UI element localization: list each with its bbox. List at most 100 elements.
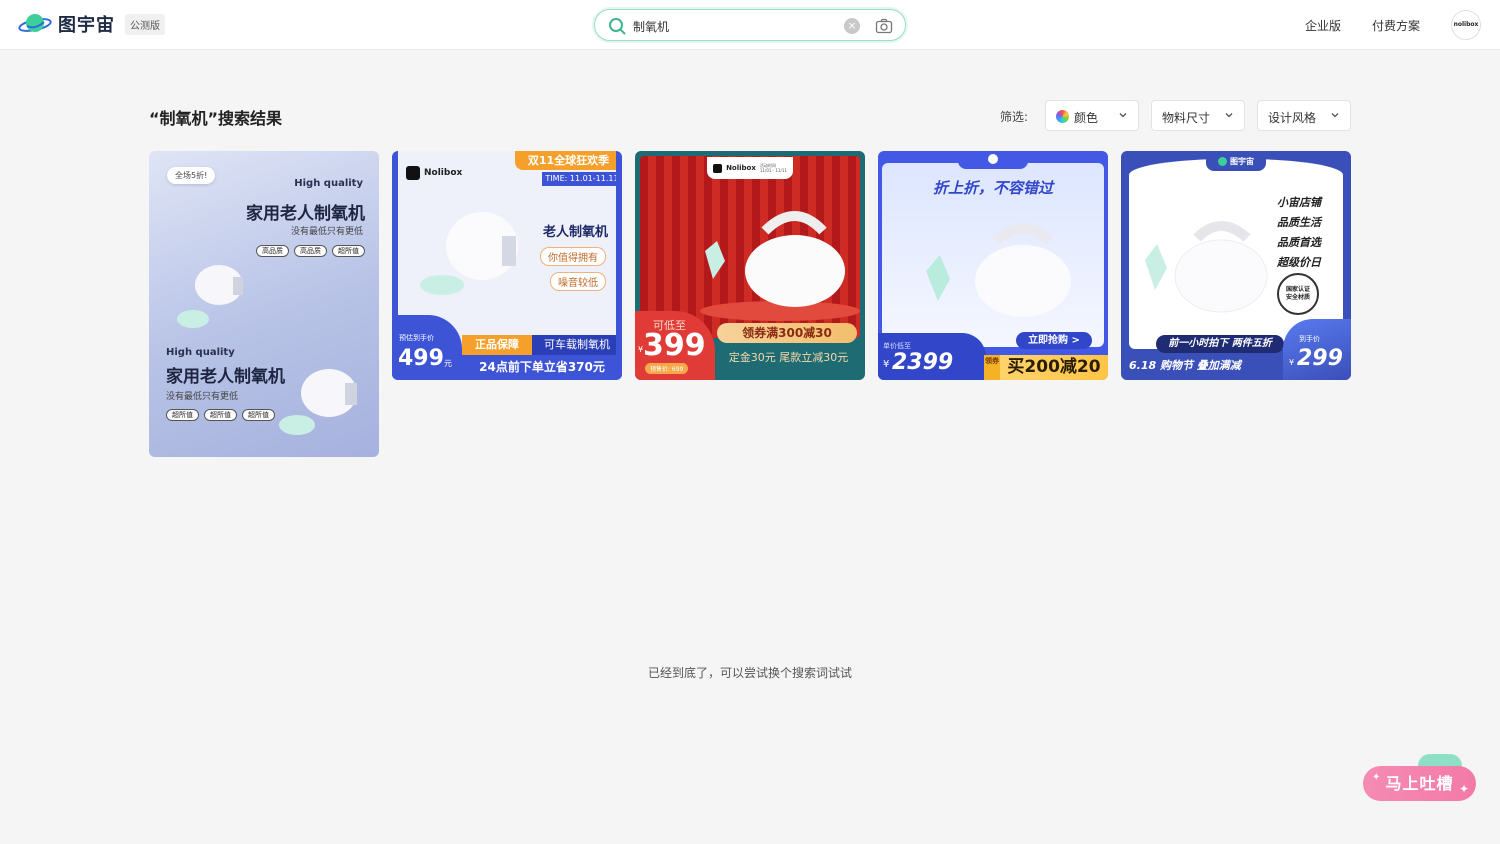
- buy-now-button[interactable]: 立即抢购 >: [1016, 332, 1092, 349]
- event-info: 活动时间 11/01 - 11/11: [760, 163, 787, 173]
- filter-color-label: 颜色: [1074, 111, 1099, 125]
- filter-color[interactable]: 颜色: [1045, 100, 1139, 131]
- card-subtitle: 没有最低只有更低: [290, 227, 363, 237]
- event-date: 11/01 - 11/11: [759, 168, 787, 173]
- brand-logo-icon: [1218, 156, 1227, 166]
- price-label: 到手价: [1299, 335, 1320, 343]
- page-title: “制氧机”搜索结果: [149, 109, 283, 128]
- chevron-down-icon: [1225, 113, 1233, 118]
- brand-name: 图宇宙: [1230, 156, 1254, 166]
- search-icon[interactable]: [608, 17, 626, 35]
- filter-style[interactable]: 设计风格: [1257, 100, 1351, 131]
- feature-pill: 你值得拥有: [540, 247, 606, 266]
- price: 399: [643, 328, 706, 363]
- tag-row: 超所值 超所值 超所值: [166, 409, 275, 421]
- feature-line: 小宙店铺: [1277, 196, 1321, 209]
- filter-size-label: 物料尺寸: [1162, 111, 1211, 125]
- search-input[interactable]: [633, 16, 833, 36]
- card-title: 家用老人制氧机: [246, 204, 365, 224]
- feature-pill: 噪音较低: [550, 272, 606, 291]
- end-of-results-note: 已经到底了，可以尝试换个搜索词试试: [647, 666, 852, 680]
- price-block: 到手价 ¥ 299: [1283, 319, 1351, 380]
- brand: 图宇宙: [1206, 151, 1266, 171]
- discount-badge: 全场5折!: [167, 167, 216, 184]
- top-bar: 图宇宙 公测版 × 企业版 付费方案 nolibox: [0, 0, 1500, 50]
- brand-tab: [958, 151, 1028, 169]
- oxygen-machine-image: [177, 265, 243, 328]
- result-card[interactable]: 折上折，不容错过 立即抢购 > 单价低至 ¥ 2399 领券 买200减20: [878, 151, 1108, 380]
- event-ribbon: 双11全球狂欢季: [515, 151, 616, 170]
- quality-label: High quality: [166, 347, 235, 358]
- deal-text: 24点前下单立省370元: [462, 355, 616, 374]
- result-card[interactable]: Nolibox 活动时间 11/01 - 11/11 可低至 ¥ 399 预售价:…: [635, 151, 865, 380]
- event-time: TIME: 11.01-11.11: [542, 172, 616, 186]
- result-card[interactable]: 双11全球狂欢季 TIME: 11.01-11.11 Nolibox 老人制氧机…: [392, 151, 622, 380]
- search-bar[interactable]: ×: [594, 9, 906, 41]
- price: 299: [1297, 346, 1343, 371]
- color-wheel-icon: [1056, 110, 1069, 123]
- tag: 高品质: [294, 245, 327, 257]
- feedback-label: 马上吐槽: [1385, 774, 1454, 793]
- tag: 超所值: [332, 245, 365, 257]
- guarantee-tag: 正品保障: [462, 335, 532, 355]
- beta-badge: 公测版: [125, 13, 165, 35]
- price: 499: [398, 346, 444, 371]
- brand-name: Nolibox: [424, 168, 463, 178]
- promo-text: 买200减20: [1000, 355, 1108, 380]
- oxygen-machine-image: [700, 211, 860, 321]
- result-card[interactable]: 图宇宙 小宙店铺 品质生活 品质首选 超级价日 国家认证 安全材质 前一小时拍下…: [1121, 151, 1351, 380]
- card-title: 老人制氧机: [542, 225, 608, 240]
- brand-logo-icon: [988, 154, 998, 164]
- card-title: 折上折，不容错过: [932, 179, 1053, 197]
- filter-style-label: 设计风格: [1268, 111, 1317, 125]
- filter-size[interactable]: 物料尺寸: [1151, 100, 1245, 131]
- currency: ¥: [883, 359, 890, 370]
- tag: 高品质: [256, 245, 289, 257]
- price: 2399: [892, 350, 954, 375]
- oxygen-machine-image: [1145, 221, 1268, 313]
- logo-text: 图宇宙: [58, 15, 115, 36]
- promo-banner: 前一小时拍下 两件五折: [1156, 335, 1284, 353]
- sparkle-icon: ✦: [1372, 772, 1382, 783]
- logo[interactable]: 图宇宙 公测版: [18, 11, 165, 37]
- tag: 超所值: [204, 409, 237, 421]
- brand: Nolibox: [406, 166, 462, 180]
- avatar[interactable]: nolibox: [1451, 10, 1481, 40]
- oxygen-machine-image: [420, 212, 518, 295]
- chevron-down-icon: [1119, 113, 1127, 118]
- brand-logo-icon: [406, 166, 420, 180]
- tag-row: 高品质 高品质 超所值: [256, 245, 365, 257]
- filter-label: 筛选:: [1000, 110, 1029, 124]
- brand-name: Nolibox: [726, 164, 756, 172]
- feature-line: 超级价日: [1277, 256, 1321, 269]
- planet-logo-icon: [18, 11, 52, 37]
- nav-pricing[interactable]: 付费方案: [1372, 17, 1420, 34]
- coupon-banner: 领券满300减30: [717, 323, 857, 343]
- feature-line: 品质首选: [1277, 236, 1321, 249]
- quality-label: High quality: [294, 178, 363, 189]
- price-unit: 元: [444, 359, 452, 368]
- brand-logo-icon: [713, 163, 723, 173]
- festival-text: 6.18 购物节 叠加满减: [1129, 359, 1241, 372]
- card-subtitle: 没有最低只有更低: [166, 392, 239, 402]
- sparkle-icon: ✦: [1458, 782, 1470, 796]
- chevron-down-icon: [1331, 113, 1339, 118]
- certification-badge: 国家认证 安全材质: [1277, 273, 1319, 315]
- oxygen-machine-image: [279, 369, 357, 435]
- presale-price: 预售价: 699: [645, 363, 689, 374]
- nav-enterprise[interactable]: 企业版: [1305, 17, 1341, 34]
- currency: ¥: [1289, 358, 1295, 367]
- camera-icon[interactable]: [875, 17, 893, 35]
- car-tag: 可车载制氧机: [532, 335, 616, 355]
- coupon-tag: 领券: [984, 355, 1000, 380]
- feedback-button[interactable]: ✦ 马上吐槽 ✦: [1363, 766, 1476, 801]
- price-block: 预估到手价 499 元: [398, 315, 462, 374]
- brand: Nolibox 活动时间 11/01 - 11/11: [707, 157, 793, 179]
- oxygen-machine-image: [926, 223, 1071, 317]
- feature-line: 品质生活: [1277, 216, 1321, 229]
- price-block: 单价低至 ¥ 2399: [878, 333, 986, 380]
- feature-list: 小宙店铺 品质生活 品质首选 超级价日: [1277, 193, 1321, 273]
- clear-icon[interactable]: ×: [844, 18, 860, 34]
- card-title: 家用老人制氧机: [166, 367, 285, 387]
- result-card[interactable]: 全场5折! High quality 家用老人制氧机 没有最低只有更低 高品质 …: [149, 151, 379, 457]
